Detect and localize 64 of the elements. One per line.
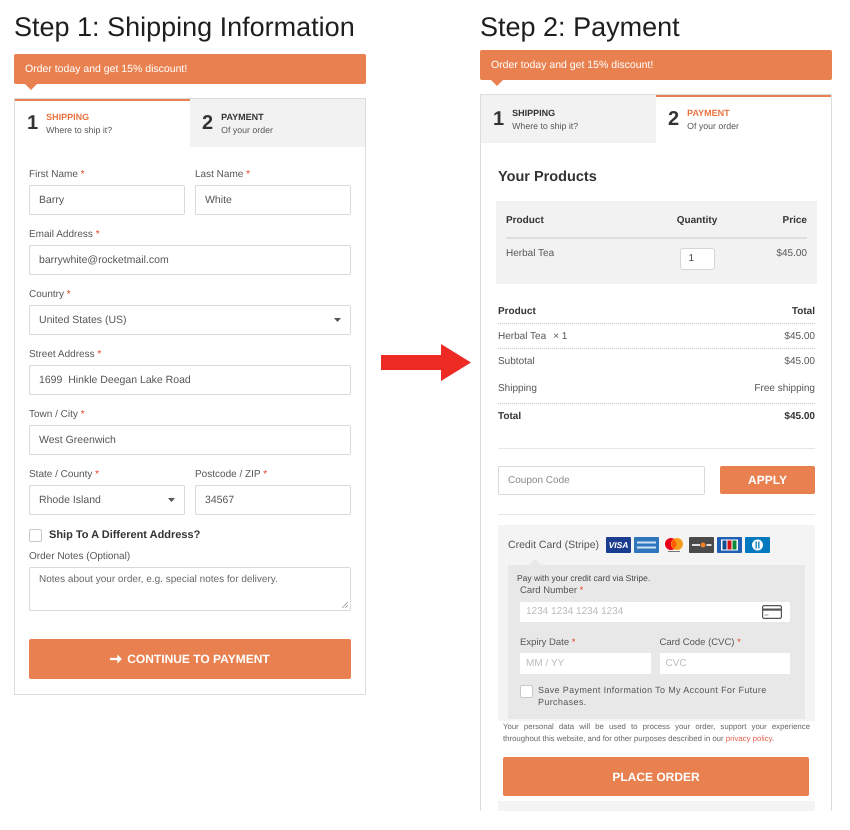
pointer-icon: [491, 80, 503, 86]
field-label: Expiry Date *: [520, 637, 576, 649]
column-header: Product: [506, 214, 545, 228]
table-cell: Shipping: [498, 383, 537, 394]
table-cell: Total: [498, 411, 522, 422]
field-label: Last Name *: [195, 168, 252, 182]
arrow-icon: [110, 654, 122, 664]
text-field[interactable]: barrywhite@rocketmail.com: [29, 245, 351, 275]
checkbox[interactable]: [29, 528, 42, 542]
column-header: Product: [498, 306, 536, 316]
field-label: Country *: [29, 288, 72, 302]
checkbox-label[interactable]: Save Payment Information To My Account For Future Purchases.: [538, 684, 790, 708]
table-cell-text: Herbal Tea: [506, 248, 556, 260]
caret-icon: [334, 318, 341, 322]
checkbox[interactable]: [520, 685, 533, 698]
card-logo-icon: [634, 537, 660, 553]
table-cell: $45.00: [784, 411, 815, 422]
dropdown-field[interactable]: Rhode Island: [29, 485, 185, 515]
table-cell: Herbal Tea: [498, 330, 546, 342]
card-logo-icon: [717, 537, 742, 553]
field-label: State / County *: [29, 468, 100, 482]
quantity-text: × 1: [553, 330, 568, 342]
promo-banner: Order today and get 15% discount!: [14, 54, 366, 84]
text-field[interactable]: West Greenwich: [29, 425, 351, 455]
card-logo-icon: [745, 537, 770, 553]
notes-field[interactable]: Notes about your order, e.g. special notes for delivery.: [29, 567, 351, 611]
section-heading: Your Products: [498, 168, 598, 186]
quantity-field[interactable]: 1: [680, 248, 714, 270]
checkbox-label[interactable]: Ship To A Different Address?: [49, 529, 200, 541]
payment-method-label[interactable]: Credit Card (Stripe): [508, 539, 600, 551]
payment-description: Pay with your credit card via Stripe.: [517, 572, 652, 584]
pointer-icon: [25, 84, 37, 90]
field-label: Town / City *: [29, 408, 86, 422]
field-label: Street Address *: [29, 348, 102, 362]
column-header: Quantity: [676, 214, 718, 228]
promo-banner: Order today and get 15% discount!: [480, 50, 832, 80]
credit-card-icon: [762, 605, 782, 619]
card-logo: VISA: [606, 537, 632, 553]
caret-icon: [168, 498, 175, 502]
column-header: Price: [782, 214, 807, 228]
text-field[interactable]: 1699 Hinkle Deegan Lake Road: [29, 365, 351, 395]
field-label: First Name *: [29, 168, 86, 182]
text-field[interactable]: 34567: [195, 485, 351, 515]
table-cell: $45.00: [784, 356, 815, 367]
page-heading: Step 1: Shipping Information: [14, 11, 356, 44]
field-label: Email Address *: [29, 228, 101, 242]
card-logo-icon: [689, 537, 714, 553]
table-cell: Free shipping: [754, 383, 815, 394]
resize-handle-icon: [341, 601, 348, 608]
field-label: Postcode / ZIP *: [195, 468, 268, 482]
right-arrow-icon: [381, 344, 471, 381]
table-cell: $45.00: [776, 248, 807, 260]
text-field[interactable]: Barry: [29, 185, 185, 215]
page-heading: Step 2: Payment: [480, 11, 681, 44]
overlapping-circles-icon: [663, 537, 686, 553]
column-header: Total: [792, 306, 815, 316]
field-label: Order Notes (Optional): [29, 550, 132, 564]
table-cell: Subtotal: [498, 356, 535, 367]
coupon-field[interactable]: Coupon Code: [498, 466, 705, 495]
field-label: Card Code (CVC) *: [660, 637, 742, 649]
dropdown-field[interactable]: United States (US): [29, 305, 351, 335]
text-field[interactable]: White: [195, 185, 351, 215]
field-label: Card Number *: [520, 585, 584, 597]
table-cell: $45.00: [784, 330, 815, 342]
